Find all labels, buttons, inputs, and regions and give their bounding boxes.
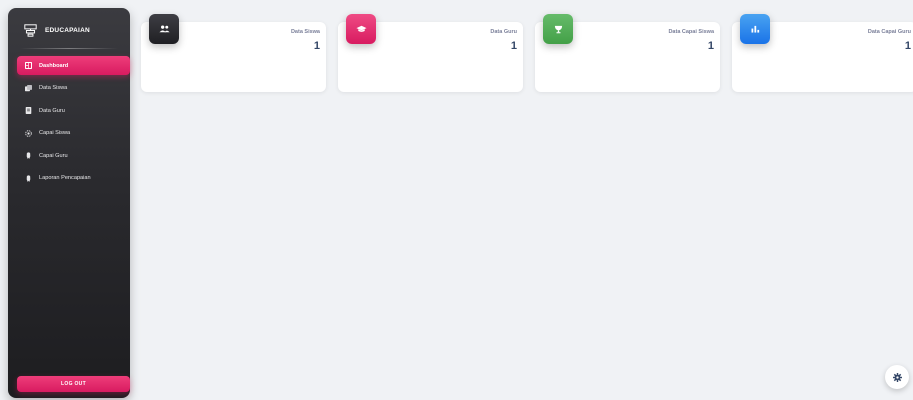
- logout-button[interactable]: LOG OUT: [17, 376, 130, 392]
- brand-name: EDUCAPAIAN: [45, 27, 90, 34]
- card-icon-box: [740, 14, 770, 44]
- card-title: Data Siswa: [290, 29, 320, 35]
- sidebar-nav: Dashboard Data Siswa Data Guru Capai Sis…: [17, 56, 130, 191]
- settings-button[interactable]: [885, 365, 909, 389]
- stat-card-data-capai-siswa[interactable]: Data Capai Siswa 1: [535, 14, 720, 92]
- sidebar-item-label: Data Siswa: [39, 85, 68, 91]
- bar-chart-icon: [751, 25, 759, 33]
- sidebar-item-label: Data Guru: [39, 107, 65, 114]
- card-value: 1: [313, 40, 320, 52]
- award-icon: [26, 152, 31, 159]
- stat-card-data-guru[interactable]: Data Guru 1: [338, 14, 523, 92]
- trophy-icon: [554, 25, 562, 33]
- institution-icon: [24, 24, 37, 37]
- sidebar: EDUCAPAIAN Dashboard Data Siswa Data Gur…: [8, 8, 130, 398]
- target-icon: [25, 129, 32, 137]
- sidebar-item-label: Capai Guru: [39, 152, 68, 159]
- report-icon: [26, 174, 31, 182]
- card-title: Data Capai Siswa: [668, 29, 714, 35]
- card-value: 1: [510, 40, 517, 52]
- people-icon: [158, 25, 170, 33]
- students-icon: [25, 84, 32, 91]
- sidebar-item-label: Capai Siswa: [39, 130, 71, 136]
- sidebar-item-label: Dashboard: [39, 62, 69, 69]
- sidebar-item-dashboard[interactable]: Dashboard: [17, 56, 130, 75]
- graduation-cap-icon: [355, 25, 367, 32]
- sidebar-item-capai-siswa[interactable]: Capai Siswa: [17, 124, 130, 143]
- card-value: 1: [707, 40, 714, 52]
- card-value: 1: [904, 40, 911, 52]
- sidebar-item-data-guru[interactable]: Data Guru: [17, 101, 130, 120]
- divider: [20, 48, 118, 49]
- sidebar-item-laporan-pencapaian[interactable]: Laporan Pencapaian: [17, 169, 130, 188]
- book-icon: [25, 107, 32, 114]
- stat-card-data-capai-guru[interactable]: Data Capai Guru 1: [732, 14, 913, 92]
- sidebar-item-label: Laporan Pencapaian: [39, 175, 91, 181]
- card-title: Data Guru: [490, 29, 517, 35]
- card-icon-box: [543, 14, 573, 44]
- card-title: Data Capai Guru: [867, 29, 911, 35]
- dashboard-icon: [25, 62, 32, 69]
- card-icon-box: [149, 14, 179, 44]
- card-icon-box: [346, 14, 376, 44]
- sidebar-item-data-siswa[interactable]: Data Siswa: [17, 79, 130, 98]
- gear-icon: [892, 372, 902, 382]
- brand[interactable]: EDUCAPAIAN: [24, 24, 90, 37]
- stat-card-data-siswa[interactable]: Data Siswa 1: [141, 14, 326, 92]
- sidebar-item-capai-guru[interactable]: Capai Guru: [17, 146, 130, 165]
